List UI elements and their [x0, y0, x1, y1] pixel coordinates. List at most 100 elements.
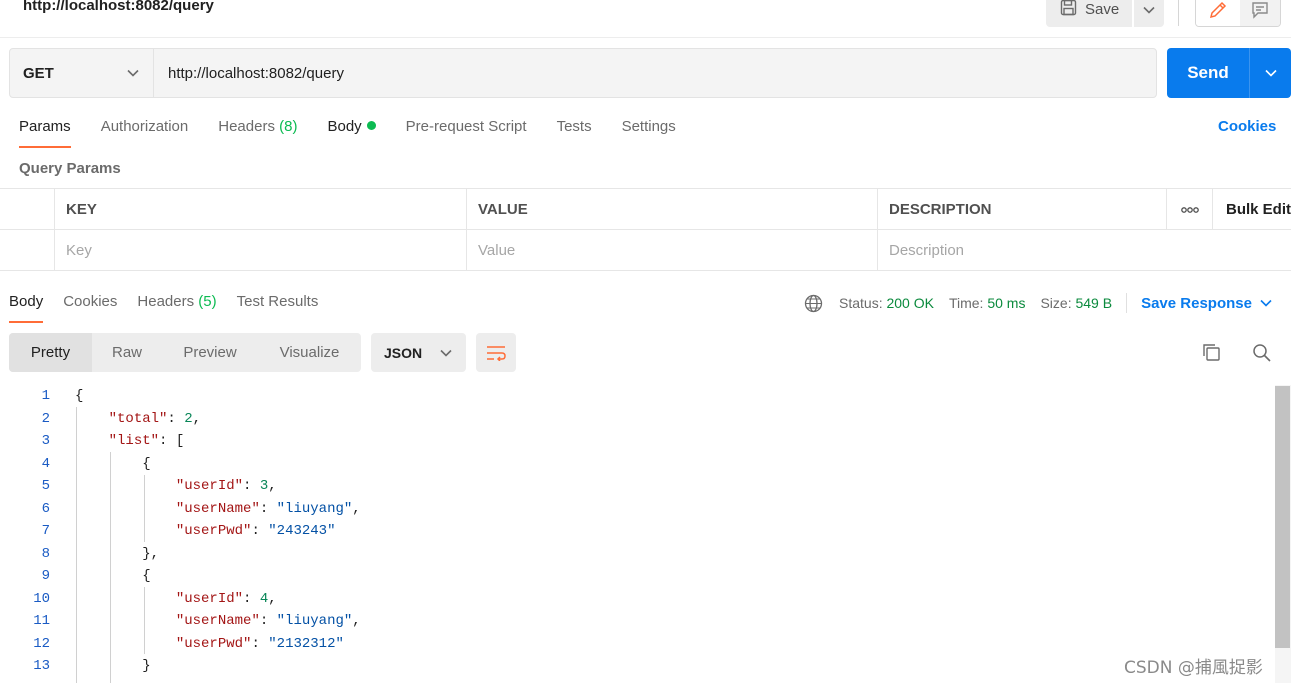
code-text: { [75, 453, 150, 475]
scrollbar-thumb[interactable] [1275, 386, 1290, 648]
code-text: "total": 2, [75, 408, 201, 430]
comments-button[interactable] [1240, 0, 1280, 26]
tab-authorization[interactable]: Authorization [101, 118, 189, 148]
code-line: 13 } [0, 655, 1275, 677]
size-label: Size: [1040, 295, 1072, 311]
save-button[interactable]: Save [1046, 0, 1132, 27]
request-title-bar: http://localhost:8082/query Save [0, 0, 1291, 38]
line-number: 11 [33, 613, 50, 629]
tab-headers[interactable]: Headers (8) [218, 118, 297, 148]
request-title[interactable]: http://localhost:8082/query [23, 0, 214, 14]
json-punctuation: : [243, 590, 260, 607]
time-label: Time: [948, 295, 984, 311]
key-input[interactable]: Key [54, 230, 466, 271]
send-button[interactable]: Send [1167, 48, 1250, 98]
column-key: KEY [54, 189, 466, 230]
code-text: "userId": 3, [75, 475, 277, 497]
code-line: 8 }, [0, 543, 1275, 565]
json-punctuation [75, 433, 109, 449]
json-key: "userPwd" [175, 635, 252, 652]
code-line: 12 "userPwd": "2132312" [0, 633, 1275, 655]
tab-settings[interactable]: Settings [622, 118, 676, 148]
code-text: { [75, 565, 151, 587]
edit-button[interactable] [1196, 0, 1240, 26]
table-row: Key Value Description [0, 230, 1291, 271]
search-button[interactable] [1252, 343, 1272, 367]
tab-response-cookies-label: Cookies [63, 293, 118, 310]
code-text: "userPwd": "2132312" [75, 633, 344, 655]
code-line: 7 "userPwd": "243243" [0, 520, 1275, 542]
bulk-edit-button[interactable]: Bulk Edit [1212, 189, 1291, 230]
view-pretty[interactable]: Pretty [9, 333, 92, 372]
status-divider [1126, 293, 1128, 313]
column-value: VALUE [466, 189, 877, 230]
view-raw[interactable]: Raw [92, 333, 162, 372]
code-text: "userPwd": "243243" [75, 520, 336, 542]
status-value: 200 OK [886, 295, 934, 311]
save-response-button[interactable]: Save Response [1141, 295, 1272, 312]
json-string: "2132312" [268, 635, 344, 652]
tab-tests[interactable]: Tests [557, 118, 592, 148]
cookies-link[interactable]: Cookies [1218, 118, 1276, 135]
response-status: Status: 200 OK Time: 50 ms Size: 549 B S… [804, 293, 1272, 313]
json-punctuation [75, 478, 176, 494]
tab-settings-label: Settings [621, 118, 676, 135]
tab-prerequest-script[interactable]: Pre-request Script [406, 118, 527, 148]
code-line: 11 "userName": "liuyang", [0, 610, 1275, 632]
request-tabs: Params Authorization Headers (8) Body Pr… [19, 118, 706, 148]
format-select[interactable]: JSON [371, 333, 466, 372]
url-input[interactable] [154, 49, 1156, 97]
response-tabs: Body Cookies Headers (5) Test Results [9, 293, 338, 323]
line-number: 12 [33, 635, 50, 652]
json-punctuation: , [268, 590, 277, 607]
toolbar-divider [1178, 0, 1179, 26]
size-value: 549 B [1075, 295, 1113, 311]
code-line: 4 { [0, 453, 1275, 475]
method-select[interactable]: GET [10, 49, 154, 97]
line-number: 13 [33, 658, 50, 674]
code-line: 3 "list": [ [0, 430, 1275, 452]
tab-body[interactable]: Body [327, 118, 376, 148]
description-input[interactable]: Description [877, 230, 1291, 271]
value-input[interactable]: Value [466, 230, 877, 271]
response-code-view[interactable]: 1 {2 "total": 2, 3 "list": [4 { 5 "userId":… [0, 385, 1275, 683]
send-options-button[interactable] [1250, 48, 1291, 98]
tab-test-results[interactable]: Test Results [237, 293, 319, 323]
copy-button[interactable] [1201, 342, 1221, 366]
line-number: 6 [41, 500, 50, 517]
wrap-icon [487, 345, 506, 361]
save-options-button[interactable] [1134, 0, 1164, 27]
json-punctuation: : [259, 613, 277, 629]
chevron-down-icon [127, 69, 139, 77]
tab-params[interactable]: Params [19, 118, 71, 148]
line-number: 2 [41, 410, 50, 427]
code-text: "userName": "liuyang", [75, 498, 361, 520]
json-punctuation [75, 613, 176, 629]
wrap-lines-button[interactable] [476, 333, 516, 372]
tab-response-body[interactable]: Body [9, 293, 44, 323]
view-visualize[interactable]: Visualize [258, 333, 361, 372]
json-punctuation: { [75, 568, 151, 584]
json-key: "userName" [175, 500, 260, 517]
json-punctuation [75, 501, 176, 517]
json-punctuation: : [251, 523, 269, 539]
more-options-button[interactable] [1166, 189, 1212, 230]
save-group: Save [1046, 0, 1164, 27]
view-preview[interactable]: Preview [162, 333, 258, 372]
column-description: DESCRIPTION [877, 189, 1166, 230]
line-number: 1 [41, 388, 50, 404]
json-punctuation: , [192, 410, 202, 427]
chevron-down-icon [1264, 69, 1277, 77]
save-icon [1060, 0, 1077, 20]
tab-response-cookies[interactable]: Cookies [63, 293, 117, 323]
tab-response-headers[interactable]: Headers (5) [137, 293, 216, 323]
json-string: "243243" [268, 523, 336, 539]
json-punctuation: : [251, 635, 269, 652]
code-text: "list": [ [75, 430, 185, 452]
json-key: "list" [108, 433, 160, 449]
line-number: 5 [41, 478, 50, 494]
code-text: } [75, 655, 150, 677]
tab-params-label: Params [19, 118, 71, 135]
globe-icon[interactable] [804, 294, 823, 313]
chevron-down-icon [1143, 6, 1155, 14]
